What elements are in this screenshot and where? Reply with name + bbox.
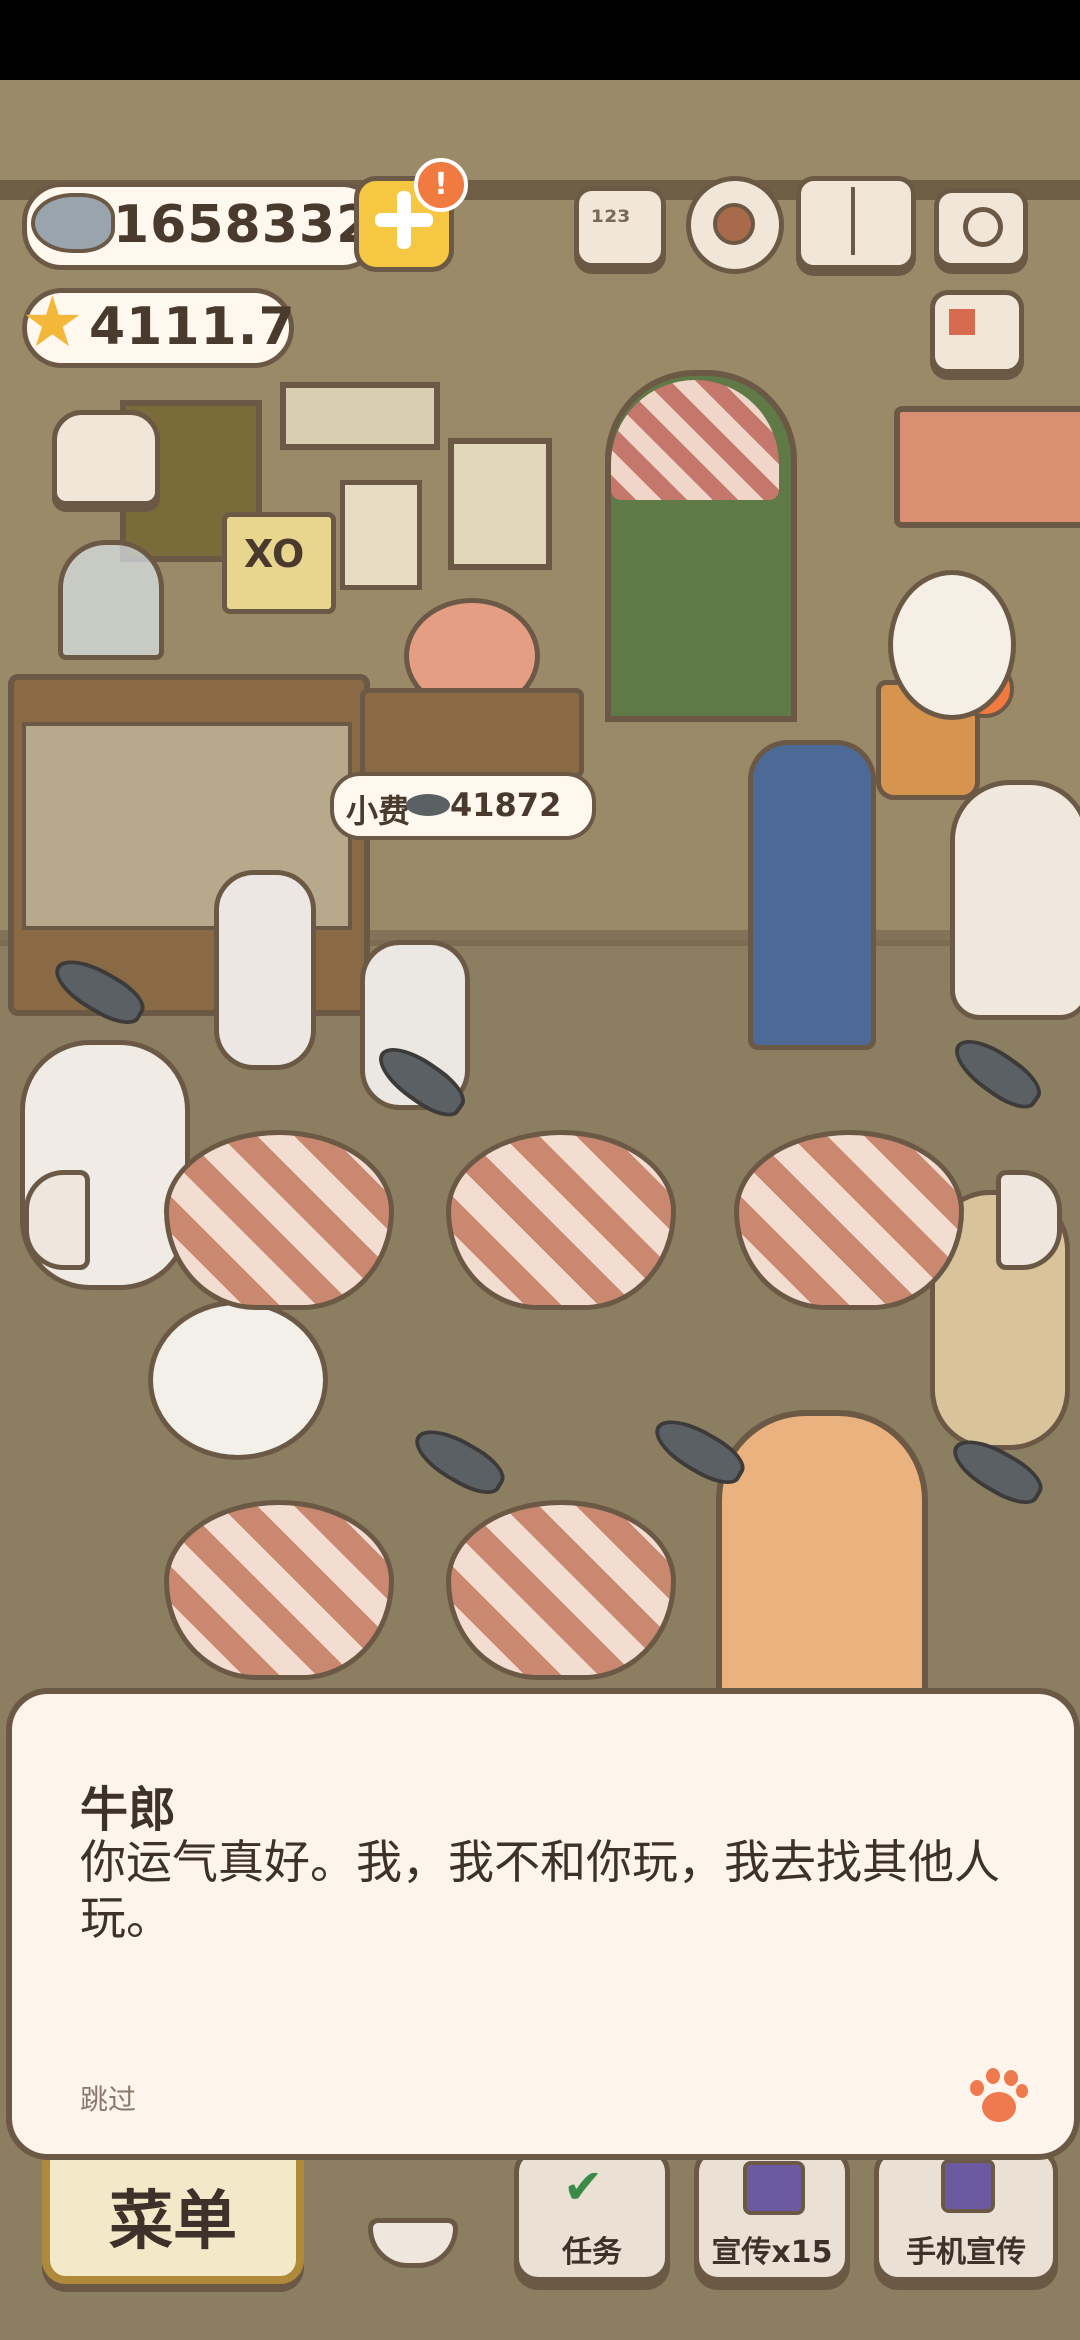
status-bar (0, 0, 1080, 80)
tip-label: 小费 (346, 792, 411, 830)
table-5[interactable] (446, 1500, 676, 1680)
blossom-sign (894, 406, 1080, 528)
newspaper-button[interactable] (930, 290, 1024, 374)
piggy-shelf (360, 688, 584, 778)
podium-icon: ¹²³ (591, 205, 631, 240)
album-button[interactable] (796, 176, 916, 270)
board-text: XO (244, 532, 305, 576)
star-count: 4111.7 (89, 297, 296, 357)
phone-promo-label: 手机宣传 (906, 2235, 1026, 2270)
camera-button[interactable] (934, 188, 1028, 268)
table-2[interactable] (446, 1130, 676, 1310)
dialog-text: 你运气真好。我，我不和你玩，我去找其他人玩。 (80, 1835, 1000, 1945)
newspaper-icon (949, 309, 975, 335)
camera-icon (963, 207, 1003, 247)
gear-icon (713, 203, 755, 245)
paw-icon[interactable] (968, 2066, 1028, 2126)
rabbit-customer[interactable] (214, 870, 316, 1070)
notice-frame (340, 480, 422, 590)
ranking-button[interactable]: ¹²³ (574, 186, 666, 268)
cat-on-chair[interactable] (888, 570, 1016, 720)
fish-bone-frame (280, 382, 440, 450)
scroll-left-arrow[interactable] (24, 1170, 90, 1270)
shop-icon[interactable] (52, 410, 160, 506)
table-4[interactable] (164, 1500, 394, 1680)
fish-count: 1658332 (113, 195, 374, 255)
dialog-box[interactable]: 牛郎 你运气真好。我，我不和你玩，我去找其他人玩。 跳过 (6, 1688, 1080, 2160)
tasks-button[interactable]: ✔ 任务 (514, 2148, 670, 2282)
fish-icon (31, 193, 115, 253)
sheep-customer[interactable] (148, 1300, 328, 1460)
tip-bubble[interactable]: 小费 41872 (330, 772, 596, 840)
menu-label: 菜单 (109, 2185, 237, 2259)
scroll-right-arrow[interactable] (996, 1170, 1062, 1270)
book-icon (851, 187, 855, 255)
niulang-npc[interactable] (748, 740, 876, 1050)
tasks-label: 任务 (562, 2235, 622, 2270)
alert-badge: ! (414, 158, 468, 212)
speaker-name: 牛郎 (80, 1782, 177, 1838)
promo-button[interactable]: 宣传x15 (694, 2148, 850, 2282)
white-cat-customer[interactable] (950, 780, 1080, 1020)
checkmark-icon: ✔ (563, 2159, 604, 2215)
phone-promo-button[interactable]: 手机宣传 (874, 2148, 1058, 2282)
star-counter: ★ 4111.7 (21, 281, 296, 368)
tip-fish-icon (406, 794, 450, 816)
settings-button[interactable] (686, 176, 784, 274)
phone-icon (941, 2159, 995, 2213)
promo-label: 宣传x15 (711, 2235, 833, 2270)
flyer-icon (743, 2161, 805, 2215)
table-3[interactable] (734, 1130, 964, 1310)
fish-counter: 1658332 (22, 182, 382, 270)
skip-button[interactable]: 跳过 (80, 2078, 136, 2118)
star-icon: ★ (21, 281, 84, 363)
cake-dome (58, 540, 164, 660)
leaf-frame (448, 438, 552, 570)
tip-value: 41872 (450, 786, 562, 824)
table-1[interactable] (164, 1130, 394, 1310)
plus-icon-vertical (397, 191, 411, 249)
